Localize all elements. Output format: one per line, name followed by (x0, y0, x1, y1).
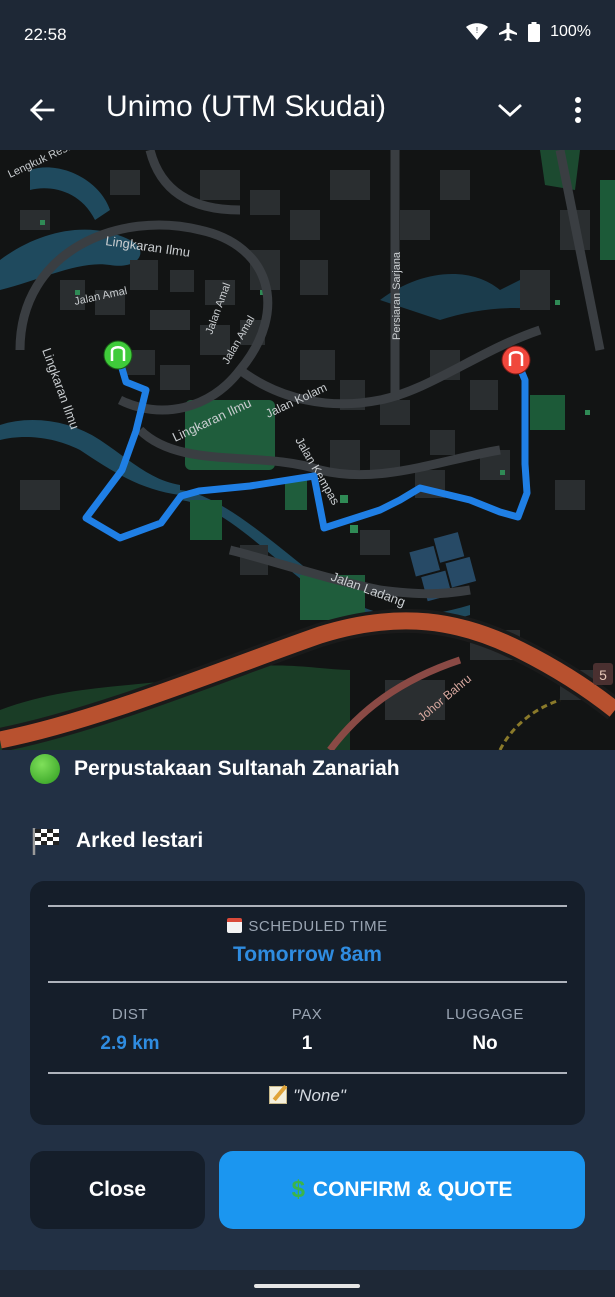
destination-name: Arked lestari (76, 829, 204, 852)
status-bar: 22:58 ! 100% (0, 0, 615, 70)
page-title: Unimo (UTM Skudai) (106, 90, 387, 123)
home-gesture-handle[interactable] (254, 1284, 360, 1288)
memo-icon (269, 1084, 288, 1104)
pax-stat: PAX 1 (227, 1006, 387, 1055)
luggage-label: LUGGAGE (446, 1006, 524, 1023)
scheduled-time-label: SCHEDULED TIME (30, 918, 585, 935)
pax-value: 1 (301, 1033, 313, 1054)
green-area (190, 500, 222, 540)
distance-stat: DIST 2.9 km (50, 1006, 210, 1055)
confirm-quote-label: CONFIRM & QUOTE (312, 1178, 513, 1201)
origin-pin[interactable] (103, 340, 133, 370)
green-area (285, 480, 307, 510)
back-button[interactable] (24, 92, 60, 128)
distance-value: 2.9 km (100, 1033, 160, 1054)
status-icons: ! 100% (466, 22, 591, 42)
app-bar: Unimo (UTM Skudai) (0, 70, 615, 150)
label-lingkaran-ilmu: Lingkaran Ilmu (39, 346, 82, 431)
label-persiaran-sarjana: Persiaran Sarjana (391, 251, 403, 340)
route-map[interactable]: 5 Lengkuk Resak Lingkaran Ilmu Jalan Ama… (0, 150, 615, 750)
destination-row: Arked lestari (30, 826, 203, 856)
navigation-bar (0, 1270, 615, 1297)
green-circle-icon (30, 754, 60, 784)
status-time: 22:58 (24, 25, 67, 44)
wifi-icon: ! (466, 23, 489, 40)
origin-row: Perpustakaan Sultanah Zanariah (30, 754, 400, 784)
expand-button[interactable] (492, 92, 528, 128)
divider (48, 1072, 567, 1074)
trip-details-card: SCHEDULED TIME Tomorrow 8am DIST 2.9 km … (30, 881, 585, 1125)
chevron-down-icon (498, 103, 522, 117)
luggage-stat: LUGGAGE No (405, 1006, 565, 1055)
pax-label: PAX (291, 1006, 323, 1023)
chequered-flag-icon (32, 828, 59, 855)
more-vertical-icon (575, 97, 581, 123)
scheduled-time-value: Tomorrow 8am (233, 943, 382, 966)
map-canvas: 5 Lengkuk Resak Lingkaran Ilmu Jalan Ama… (0, 150, 615, 750)
distance-label: DIST (111, 1006, 149, 1023)
confirm-quote-button[interactable]: $ CONFIRM & QUOTE (219, 1151, 585, 1229)
calendar-icon (227, 918, 243, 933)
green-area (530, 395, 565, 430)
svg-text:!: ! (476, 26, 478, 35)
dollar-icon: $ (291, 1176, 305, 1203)
arrow-left-icon (30, 99, 55, 121)
battery-level: 100% (550, 23, 591, 40)
battery-icon (528, 22, 541, 42)
divider (48, 981, 567, 983)
airplane-icon (499, 23, 518, 41)
route-badge-label: 5 (599, 667, 607, 683)
green-area (600, 180, 615, 260)
destination-pin[interactable] (501, 345, 531, 375)
water-body (380, 273, 540, 320)
divider (48, 905, 567, 907)
origin-name: Perpustakaan Sultanah Zanariah (74, 757, 400, 780)
trip-note: "None" (30, 1084, 585, 1106)
dashed-road (498, 698, 561, 750)
close-button[interactable]: Close (30, 1151, 205, 1229)
more-options-button[interactable] (562, 92, 594, 128)
luggage-value: No (472, 1033, 498, 1054)
